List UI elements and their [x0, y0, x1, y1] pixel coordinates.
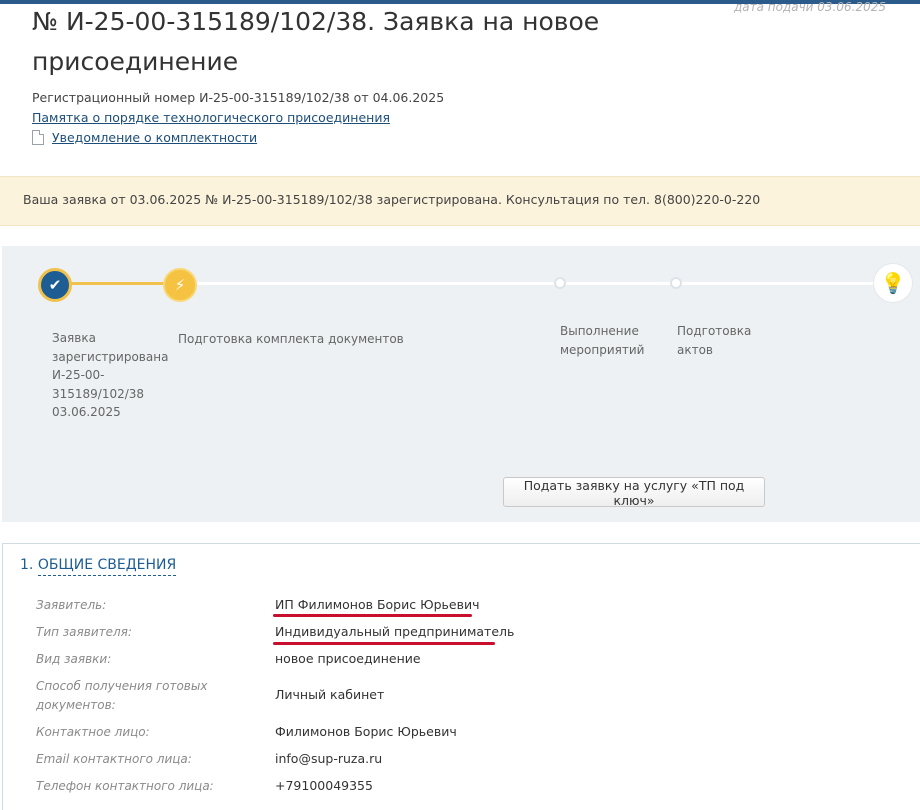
step-label-documents: Подготовка комплекта документов: [178, 332, 404, 346]
document-icon: [32, 130, 44, 145]
step-current-lightning-icon: ⚡: [163, 268, 197, 302]
field-label-request-type: Вид заявки:: [36, 652, 112, 666]
highlight-underline: [273, 614, 472, 617]
section-title-text: ОБЩИЕ СВЕДЕНИЯ: [37, 557, 177, 576]
registration-notice: Ваша заявка от 03.06.2025 № И-25-00-3151…: [0, 176, 920, 226]
step-works-dot: [554, 277, 566, 289]
page-title: № И-25-00-315189/102/38. Заявка на новое…: [32, 7, 600, 76]
field-label-phone: Телефон контактного лица:: [36, 779, 214, 793]
section-title[interactable]: 1. ОБЩИЕ СВЕДЕНИЯ: [20, 557, 177, 576]
field-label-applicant: Заявитель:: [36, 598, 107, 612]
notice-document-label: Уведомление о комплектности: [52, 130, 258, 145]
date-submitted: дата подачи 03.06.2025: [733, 0, 886, 14]
field-label-applicant-type: Тип заявителя:: [36, 625, 132, 639]
notice-document-link[interactable]: Уведомление о комплектности: [32, 130, 257, 145]
field-value-applicant: ИП Филимонов Борис Юрьевич: [275, 597, 480, 612]
progress-panel: ✔ ⚡ 💡 Заявка зарегистрирована И-25-00-31…: [2, 246, 920, 522]
progress-line-done: [60, 282, 172, 285]
field-label-email: Email контактного лица:: [36, 752, 192, 766]
field-label-delivery-method: Способ получения готовых документов:: [36, 679, 208, 712]
field-value-phone: +79100049355: [275, 778, 373, 793]
field-value-delivery-method: Личный кабинет: [275, 687, 385, 702]
highlight-underline: [273, 642, 495, 645]
step-registered-check-icon: ✔: [38, 268, 72, 302]
field-value-email: info@sup-ruza.ru: [275, 751, 383, 766]
step-label-acts: Подготовка актов: [677, 324, 752, 357]
step-label-works: Выполнение мероприятий: [560, 324, 645, 357]
step-label-registered: Заявка зарегистрирована И-25-00-315189/1…: [52, 331, 169, 419]
field-value-contact: Филимонов Борис Юрьевич: [275, 724, 457, 739]
registration-number: Регистрационный номер И-25-00-315189/102…: [32, 90, 445, 105]
step-acts-dot: [670, 277, 682, 289]
progress-line-pending: [190, 282, 890, 285]
memo-link[interactable]: Памятка о порядке технологического присо…: [32, 110, 390, 125]
field-label-contact: Контактное лицо:: [36, 725, 150, 739]
field-value-request-type: новое присоединение: [275, 651, 421, 666]
field-value-applicant-type: Индивидуальный предприниматель: [275, 624, 515, 639]
section-number: 1.: [20, 557, 34, 573]
general-info-section: 1. ОБЩИЕ СВЕДЕНИЯ Заявитель: ИП Филимоно…: [2, 543, 920, 810]
step-final-bulb-icon: 💡: [873, 263, 913, 303]
turnkey-service-button[interactable]: Подать заявку на услугу «ТП под ключ»: [503, 477, 765, 508]
